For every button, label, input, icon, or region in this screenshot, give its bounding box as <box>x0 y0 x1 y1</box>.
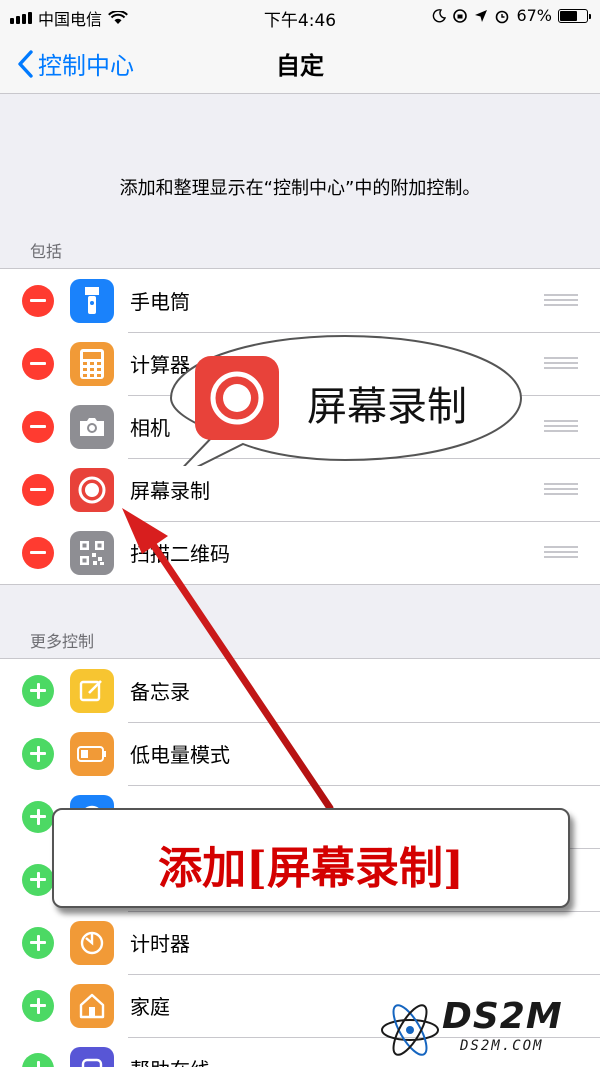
reorder-handle[interactable] <box>544 293 578 308</box>
alarm-icon <box>496 10 509 23</box>
reorder-handle[interactable] <box>544 482 578 497</box>
add-button[interactable] <box>22 737 54 770</box>
item-label: 屏幕录制 <box>130 479 210 503</box>
section-header-included: 包括 <box>30 242 63 261</box>
add-button[interactable] <box>22 1052 54 1067</box>
remove-button[interactable] <box>22 410 54 443</box>
accessibility-icon <box>70 1046 114 1067</box>
item-label: 家庭 <box>130 995 170 1019</box>
item-label: 相机 <box>130 416 170 440</box>
callout-label: 屏幕录制 <box>307 384 467 430</box>
banner-text: 添加[屏幕录制] <box>158 843 464 894</box>
section-header-more: 更多控制 <box>30 632 95 651</box>
atom-logo-icon <box>381 1004 439 1056</box>
add-button[interactable] <box>22 863 54 896</box>
low-power-icon <box>70 731 114 776</box>
status-bar: 中国电信 下午4:46 67% <box>0 0 600 32</box>
remove-button[interactable] <box>22 536 54 569</box>
home-icon <box>70 983 114 1028</box>
qr-code-icon <box>70 530 114 575</box>
moon-icon <box>433 8 447 22</box>
list-item: 扫描二维码 <box>0 521 600 584</box>
description-text: 添加和整理显示在“控制中心”中的附加控制。 <box>119 178 481 199</box>
add-button[interactable] <box>22 674 54 707</box>
item-label: 备忘录 <box>130 680 190 704</box>
list-item: 低电量模式 <box>0 722 600 785</box>
item-label: 帮助在线 <box>130 1054 210 1067</box>
location-icon <box>475 9 488 22</box>
screen-record-icon <box>195 356 279 440</box>
list-item: 手电筒 <box>0 269 600 332</box>
screen-record-callout: 屏幕录制 <box>165 330 525 466</box>
flashlight-icon <box>70 278 114 323</box>
watermark-sub: DS2M.COM <box>460 1038 544 1054</box>
item-label: 计时器 <box>130 932 190 956</box>
list-item: 屏幕录制 <box>0 458 600 521</box>
page-title: 自定 <box>276 52 324 80</box>
battery-percent: 67% <box>516 6 552 25</box>
status-right: 67% <box>432 6 591 25</box>
item-label: 手电筒 <box>130 290 190 314</box>
add-button[interactable] <box>22 989 54 1022</box>
remove-button[interactable] <box>22 284 54 317</box>
reorder-handle[interactable] <box>544 545 578 560</box>
screen-record-icon <box>70 467 114 512</box>
navigation-bar: 控制中心 自定 <box>0 32 600 94</box>
battery-icon <box>558 8 591 23</box>
notes-icon <box>70 668 114 713</box>
reorder-handle[interactable] <box>544 356 578 371</box>
remove-button[interactable] <box>22 347 54 380</box>
item-label: 扫描二维码 <box>130 542 230 566</box>
instruction-banner: 添加[屏幕录制] <box>52 808 570 908</box>
calculator-icon <box>70 341 114 386</box>
list-item: 计时器 <box>0 911 600 974</box>
camera-icon <box>70 404 114 449</box>
item-label: 低电量模式 <box>130 743 230 767</box>
add-button[interactable] <box>22 800 54 833</box>
reorder-handle[interactable] <box>544 419 578 434</box>
rotation-lock-icon <box>453 8 468 23</box>
watermark: DS2M DS2M.COM <box>378 996 590 1062</box>
add-button[interactable] <box>22 926 54 959</box>
timer-icon <box>70 920 114 965</box>
watermark-main: DS2M <box>442 996 563 1037</box>
list-item: 备忘录 <box>0 659 600 722</box>
remove-button[interactable] <box>22 473 54 506</box>
